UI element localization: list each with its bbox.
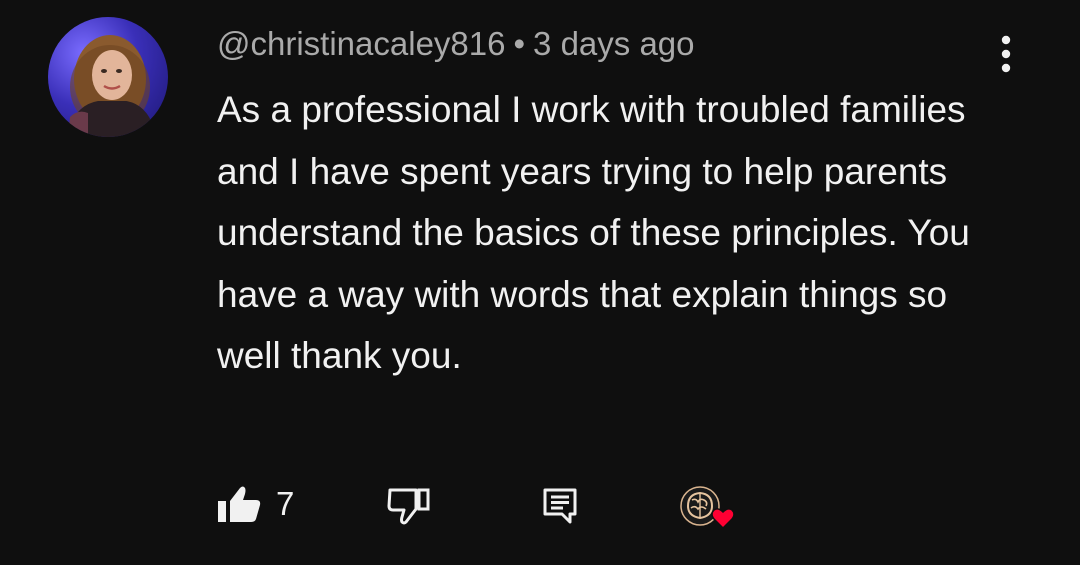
like-button[interactable]	[216, 484, 262, 524]
creator-heart-badge	[678, 484, 740, 534]
comment-timestamp[interactable]: 3 days ago	[533, 25, 694, 62]
comment-header: @christinacaley816 • 3 days ago	[217, 22, 695, 66]
header-separator: •	[513, 25, 526, 62]
creator-heart-icon	[680, 486, 735, 530]
thumbs-down-icon	[387, 488, 430, 525]
like-count: 7	[276, 485, 295, 522]
comment-text: As a professional I work with troubled f…	[217, 89, 970, 376]
comment-action-bar: 7	[0, 480, 1080, 530]
author-avatar[interactable]	[48, 17, 168, 137]
thumbs-up-filled-icon	[218, 486, 261, 522]
reply-comment-icon	[543, 488, 577, 524]
author-handle[interactable]: @christinacaley816	[217, 25, 505, 62]
more-vert-icon	[1001, 35, 1011, 73]
comment-thread-item: @christinacaley816 • 3 days ago As a profe…	[0, 0, 1080, 565]
reply-button[interactable]	[540, 486, 580, 526]
avatar-image	[66, 35, 156, 137]
dislike-button[interactable]	[386, 486, 432, 526]
comment-action-menu-button[interactable]	[986, 34, 1026, 74]
